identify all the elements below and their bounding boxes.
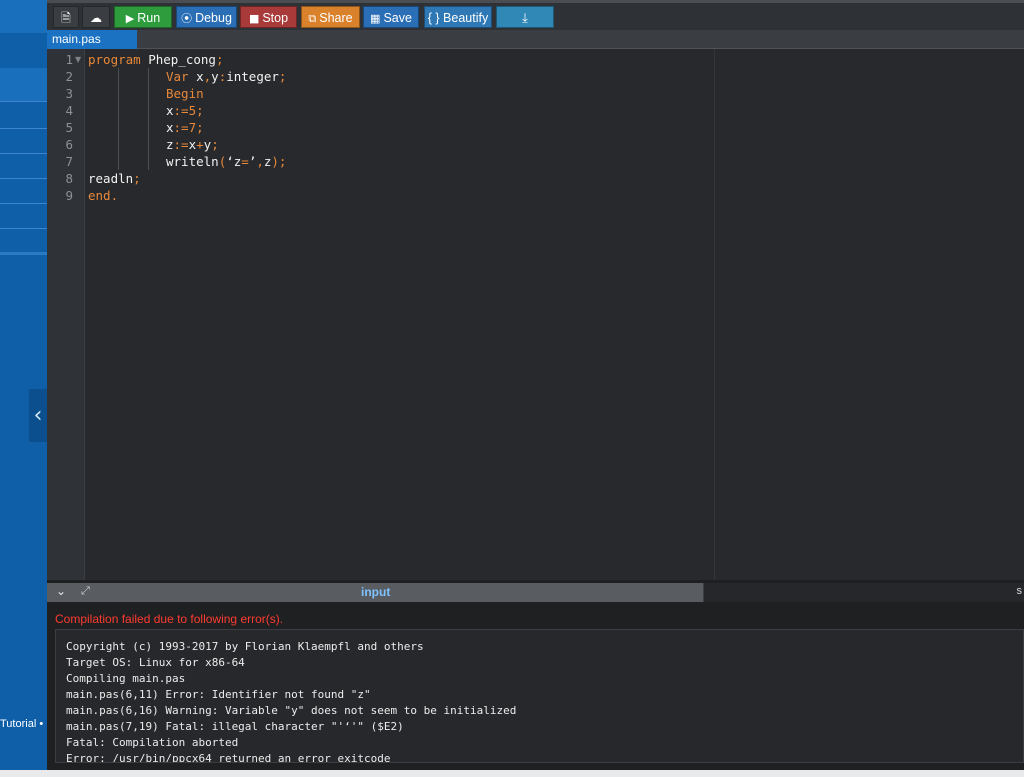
beautify-label: { } Beautify <box>427 11 489 25</box>
console-line: main.pas(6,16) Warning: Variable "y" doe… <box>66 704 517 717</box>
stop-icon: ■ <box>248 12 260 25</box>
tab-main-pas[interactable]: main.pas <box>47 30 137 49</box>
line-gutter: 1 ▼ 2 3 4 5 6 7 8 9 <box>47 49 85 580</box>
code-line-5: x:=7; <box>166 120 204 135</box>
sidebar-band <box>0 68 47 101</box>
compile-error-message: Compilation failed due to following erro… <box>55 612 284 626</box>
console-line: main.pas(6,11) Error: Identifier not fou… <box>66 688 371 701</box>
new-file-button[interactable]: 🗎 <box>53 6 79 28</box>
debug-label: Debug <box>195 11 232 25</box>
upload-icon: ☁ <box>90 11 102 25</box>
line-number: 1 <box>65 52 73 67</box>
print-margin <box>714 49 715 580</box>
indent-guide <box>118 68 119 170</box>
tab-input[interactable]: ⌄ ⤢ input <box>47 583 703 602</box>
save-button[interactable]: ▦ Save <box>363 6 419 28</box>
save-icon: ▦ <box>370 12 381 25</box>
code-line-1: program Phep_cong; <box>88 52 224 67</box>
line-number: 9 <box>65 188 73 203</box>
code-line-3: Begin <box>166 86 204 101</box>
share-icon: ⧉ <box>308 12 317 25</box>
sidebar-collapse-icon[interactable]: ‹ <box>29 389 47 442</box>
code-line-6: z:=x+y; <box>166 137 219 152</box>
upload-button[interactable]: ☁ <box>82 6 110 28</box>
code-line-8: readln; <box>88 171 141 186</box>
line-number: 3 <box>65 86 73 101</box>
line-number: 6 <box>65 137 73 152</box>
console-line: Target OS: Linux for x86-64 <box>66 656 245 669</box>
console-output[interactable]: Copyright (c) 1993-2017 by Florian Klaem… <box>55 629 1024 763</box>
share-button[interactable]: ⧉ Share <box>301 6 360 28</box>
input-tab-label: input <box>361 585 391 599</box>
run-button[interactable]: ▶ Run <box>114 6 172 28</box>
console-line: Compiling main.pas <box>66 672 186 685</box>
stop-button[interactable]: ■ Stop <box>240 6 297 28</box>
download-button[interactable]: ⤓ <box>496 6 554 28</box>
share-label: Share <box>319 11 353 25</box>
download-icon: ⤓ <box>522 11 528 26</box>
line-number: 2 <box>65 69 73 84</box>
code-line-2: Var x,y:integer; <box>166 69 287 84</box>
output-panel-header: ⌄ ⤢ input s <box>47 583 1024 602</box>
sidebar-band <box>0 0 47 33</box>
run-label: Run <box>137 11 161 25</box>
left-sidebar: ‹ Tutorial • <box>0 0 47 770</box>
output-panel: Compilation failed due to following erro… <box>47 602 1024 770</box>
chevron-down-icon[interactable]: ⌄ <box>56 584 66 598</box>
code-line-4: x:=5; <box>166 103 204 118</box>
debug-icon: ⦿ <box>181 12 193 25</box>
code-line-7: writeln(‘z=’,z); <box>166 154 287 169</box>
file-tab-bar: main.pas <box>47 30 1024 49</box>
beautify-button[interactable]: { } Beautify <box>424 6 492 28</box>
line-number: 4 <box>65 103 73 118</box>
bottom-strip <box>0 770 1024 777</box>
new-file-icon: 🗎 <box>61 11 71 25</box>
tab-secondary[interactable]: s <box>704 583 1024 602</box>
console-line: Error: /usr/bin/ppcx64 returned an error… <box>66 752 391 763</box>
sidebar-tutorial-link[interactable]: Tutorial • <box>0 718 47 730</box>
code-editor[interactable]: 1 ▼ 2 3 4 5 6 7 8 9 program Phep_cong; V… <box>47 49 1024 580</box>
play-icon: ▶ <box>125 12 135 25</box>
stop-label: Stop <box>262 11 289 25</box>
line-number: 8 <box>65 171 73 186</box>
debug-button[interactable]: ⦿ Debug <box>176 6 237 28</box>
line-number: 7 <box>65 154 73 169</box>
indent-guide <box>148 68 149 170</box>
code-line-9: end. <box>88 188 119 203</box>
fold-arrow-icon[interactable]: ▼ <box>75 55 81 64</box>
line-number: 5 <box>65 120 73 135</box>
console-line: main.pas(7,19) Fatal: illegal character … <box>66 720 404 733</box>
save-label: Save <box>383 11 412 25</box>
toolbar: 🗎 ☁ ▶ Run ⦿ Debug ■ Stop ⧉ Share ▦ Save { } B… <box>47 0 1024 30</box>
expand-icon[interactable]: ⤢ <box>81 584 90 598</box>
console-line: Copyright (c) 1993-2017 by Florian Klaem… <box>66 640 424 653</box>
console-line: Fatal: Compilation aborted <box>66 736 239 749</box>
secondary-tab-label: s <box>1016 585 1023 597</box>
